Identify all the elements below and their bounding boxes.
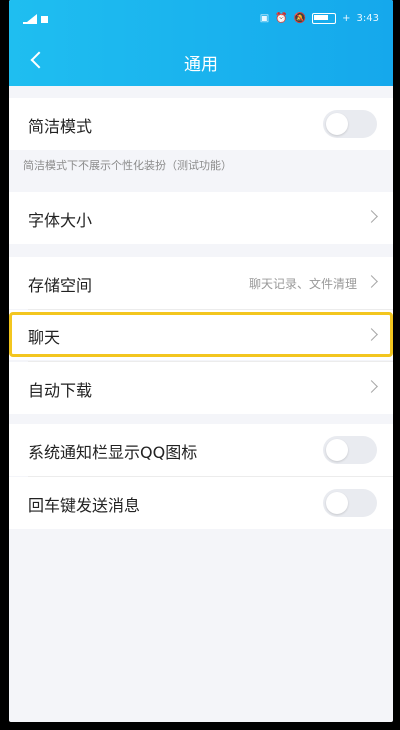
chevron-right-icon: [365, 275, 378, 288]
row-label: 简洁模式: [28, 117, 93, 136]
row-label: 字体大小: [28, 211, 93, 230]
row-storage[interactable]: 存储空间 聊天记录、文件清理: [9, 257, 393, 309]
signal-icon: [23, 14, 37, 24]
alarm-icon: ⏰: [275, 13, 288, 24]
clock: 3:43: [356, 13, 379, 24]
vibrate-icon: ▣: [259, 13, 270, 24]
row-simple-mode[interactable]: 简洁模式: [9, 98, 393, 150]
chevron-right-icon: [365, 380, 378, 393]
qq-icon-toggle[interactable]: [323, 436, 377, 464]
chevron-right-icon: [365, 210, 378, 223]
row-enter-send[interactable]: 回车键发送消息: [9, 477, 393, 529]
row-label: 存储空间: [28, 276, 93, 295]
status-bar: ▣ ⏰ 🔕 + 3:43: [9, 0, 393, 36]
top-nav: 通用: [9, 36, 393, 86]
toggle-knob: [326, 439, 348, 461]
simple-mode-note: 简洁模式下不展示个性化装扮（测试功能）: [23, 159, 232, 172]
page-title: 通用: [184, 55, 218, 75]
row-hint: 聊天记录、文件清理: [248, 277, 357, 291]
toggle-knob: [326, 113, 348, 135]
row-label: 自动下载: [28, 381, 93, 400]
row-label: 系统通知栏显示QQ图标: [28, 443, 198, 462]
battery-charging: +: [342, 13, 351, 24]
notification-icon: [41, 15, 48, 23]
status-right: ▣ ⏰ 🔕 + 3:43: [260, 13, 379, 24]
selection-highlight: [9, 312, 393, 357]
simple-mode-toggle[interactable]: [323, 110, 377, 138]
toggle-knob: [326, 492, 348, 514]
enter-send-toggle[interactable]: [323, 489, 377, 517]
status-left: [23, 14, 48, 24]
row-label: 回车键发送消息: [28, 496, 141, 515]
row-qq-icon[interactable]: 系统通知栏显示QQ图标: [9, 424, 393, 476]
row-auto-download[interactable]: 自动下载: [9, 362, 393, 414]
row-font-size[interactable]: 字体大小: [9, 192, 393, 244]
battery-icon: [312, 13, 337, 24]
phone-screen: ▣ ⏰ 🔕 + 3:43 通用 简洁模式 简洁模式下不展示个性化装扮（测试功能）…: [9, 0, 393, 722]
mute-icon: 🔕: [293, 13, 307, 24]
